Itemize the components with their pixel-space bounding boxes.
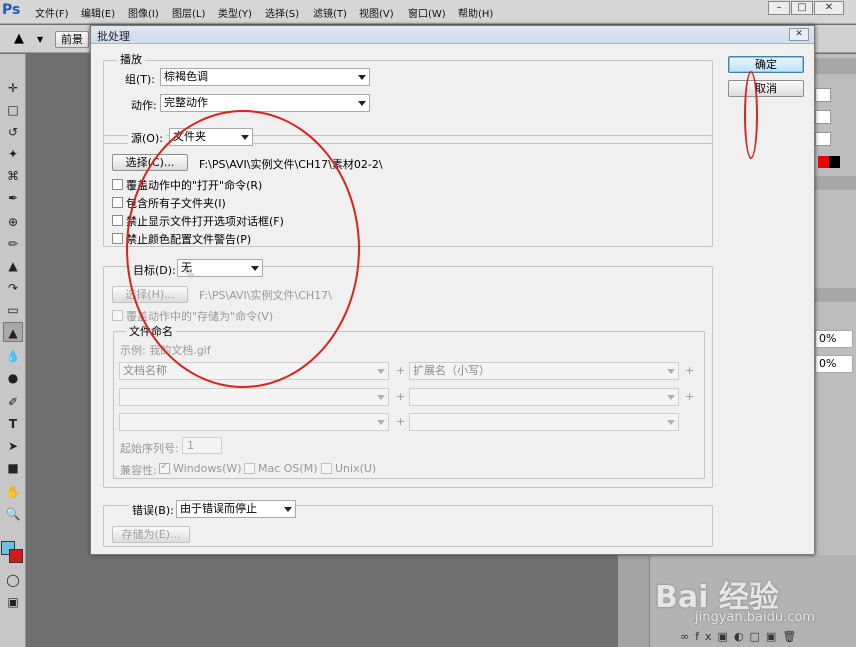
marquee-tool-icon[interactable]: □	[3, 100, 23, 120]
errors-select[interactable]: 由于错误而停止	[176, 500, 296, 518]
pen-tool-icon[interactable]: ✐	[3, 392, 23, 412]
menu-help[interactable]: 帮助(H)	[458, 5, 493, 20]
menu-edit[interactable]: 编辑(E)	[81, 5, 115, 20]
override-open-checkbox[interactable]	[112, 179, 123, 190]
action-select[interactable]: 完整动作	[160, 94, 370, 112]
stamp-tool-icon[interactable]: ▲	[3, 256, 23, 276]
brush-tool-icon[interactable]: ✏	[3, 234, 23, 254]
chevron-down-icon[interactable]: ▼	[37, 35, 43, 44]
naming-field-6[interactable]	[409, 413, 679, 431]
naming-field-2[interactable]: 扩展名（小写）	[409, 362, 679, 380]
watermark-url: jingyan.baidu.com	[695, 610, 815, 625]
menu-select[interactable]: 选择(S)	[265, 5, 299, 20]
opacity-field[interactable]: 0%	[815, 330, 853, 348]
dialog-titlebar	[91, 26, 814, 44]
play-legend: 播放	[117, 51, 145, 67]
minimize-button[interactable]: –	[768, 1, 790, 15]
menu-file[interactable]: 文件(F)	[35, 5, 69, 20]
hand-tool-icon[interactable]: ✋	[3, 482, 23, 502]
naming-field-3[interactable]	[119, 388, 389, 406]
override-save-checkbox[interactable]	[112, 310, 123, 321]
windows-label: Windows(W)	[173, 462, 242, 475]
dialog-close-button[interactable]: ✕	[789, 28, 809, 41]
fill-field[interactable]: 0%	[815, 355, 853, 373]
compat-label: 兼容性:	[120, 464, 157, 477]
errors-label: 错误(B):	[129, 502, 177, 518]
lasso-tool-icon[interactable]: ↺	[3, 122, 23, 142]
include-subfolders-checkbox[interactable]	[112, 197, 123, 208]
naming-field-5[interactable]	[119, 413, 389, 431]
layers-footer-icons[interactable]: ∞fx▣◐□▣🗑	[680, 630, 802, 643]
plus-sign: +	[396, 415, 406, 428]
group-label: 组(T):	[125, 73, 156, 86]
color-ramp[interactable]	[818, 156, 840, 168]
menu-type[interactable]: 类型(Y)	[218, 5, 252, 20]
serial-input[interactable]: 1	[182, 437, 222, 454]
menu-window[interactable]: 窗口(W)	[408, 5, 446, 20]
save-as-button[interactable]: 存储为(E)...	[112, 526, 190, 543]
plus-sign: +	[685, 390, 695, 403]
plus-sign: +	[396, 390, 406, 403]
unix-label: Unix(U)	[335, 462, 377, 475]
suppress-color-warning-checkbox[interactable]	[112, 233, 123, 244]
menu-view[interactable]: 视图(V)	[359, 5, 394, 20]
annotation-ellipse	[744, 71, 758, 159]
panel-header	[815, 58, 856, 74]
menu-layer[interactable]: 图层(L)	[172, 5, 205, 20]
group-select[interactable]: 棕褐色调	[160, 68, 370, 86]
screen-mode-icon[interactable]: ▣	[3, 592, 23, 612]
type-tool-icon[interactable]: T	[3, 414, 23, 434]
panel-field[interactable]	[815, 132, 831, 146]
path-select-icon[interactable]: ➤	[3, 436, 23, 456]
dodge-tool-icon[interactable]: ●	[3, 368, 23, 388]
paint-bucket-icon[interactable]: ▲	[14, 31, 24, 46]
mac-label: Mac OS(M)	[258, 462, 318, 475]
blur-tool-icon[interactable]: 💧	[3, 346, 23, 366]
eraser-tool-icon[interactable]: ▭	[3, 300, 23, 320]
plus-sign: +	[685, 364, 695, 377]
mac-checkbox[interactable]	[244, 463, 255, 474]
background-color-swatch[interactable]	[9, 549, 23, 563]
source-label: 源(O):	[128, 130, 166, 146]
action-label: 动作:	[131, 99, 157, 112]
panel-field[interactable]	[815, 110, 831, 124]
ok-button[interactable]: 确定	[728, 56, 804, 73]
plus-sign: +	[396, 364, 406, 377]
shape-tool-icon[interactable]: ■	[3, 458, 23, 478]
panel-gap	[618, 555, 650, 647]
menu-filter[interactable]: 滤镜(T)	[313, 5, 347, 20]
history-brush-icon[interactable]: ↷	[3, 278, 23, 298]
menu-image[interactable]: 图像(I)	[128, 5, 159, 20]
panel-header	[815, 288, 856, 302]
windows-checkbox[interactable]: ✓	[159, 461, 170, 474]
move-tool-icon[interactable]: ✛	[3, 78, 23, 98]
eyedropper-icon[interactable]: ✒	[3, 188, 23, 208]
naming-field-4[interactable]	[409, 388, 679, 406]
healing-brush-icon[interactable]: ⊕	[3, 212, 23, 232]
photoshop-logo: Ps	[2, 2, 21, 18]
quick-mask-icon[interactable]: ◯	[3, 570, 23, 590]
cancel-button[interactable]: 取消	[728, 80, 804, 97]
suppress-open-dialog-checkbox[interactable]	[112, 215, 123, 226]
unix-checkbox[interactable]	[321, 463, 332, 474]
paint-bucket-tool-icon[interactable]: ▲	[3, 322, 23, 342]
restore-button[interactable]: □	[791, 1, 813, 15]
panel-header	[815, 176, 856, 190]
annotation-ellipse	[126, 110, 360, 388]
dialog-title: 批处理	[97, 30, 130, 43]
zoom-tool-icon[interactable]: 🔍	[3, 504, 23, 524]
magic-wand-icon[interactable]: ✦	[3, 144, 23, 164]
foreground-select[interactable]: 前景	[55, 31, 89, 48]
close-button[interactable]: ✕	[814, 1, 844, 15]
crop-tool-icon[interactable]: ⌘	[3, 166, 23, 186]
panel-field[interactable]	[815, 88, 831, 102]
serial-label: 起始序列号:	[120, 442, 179, 455]
